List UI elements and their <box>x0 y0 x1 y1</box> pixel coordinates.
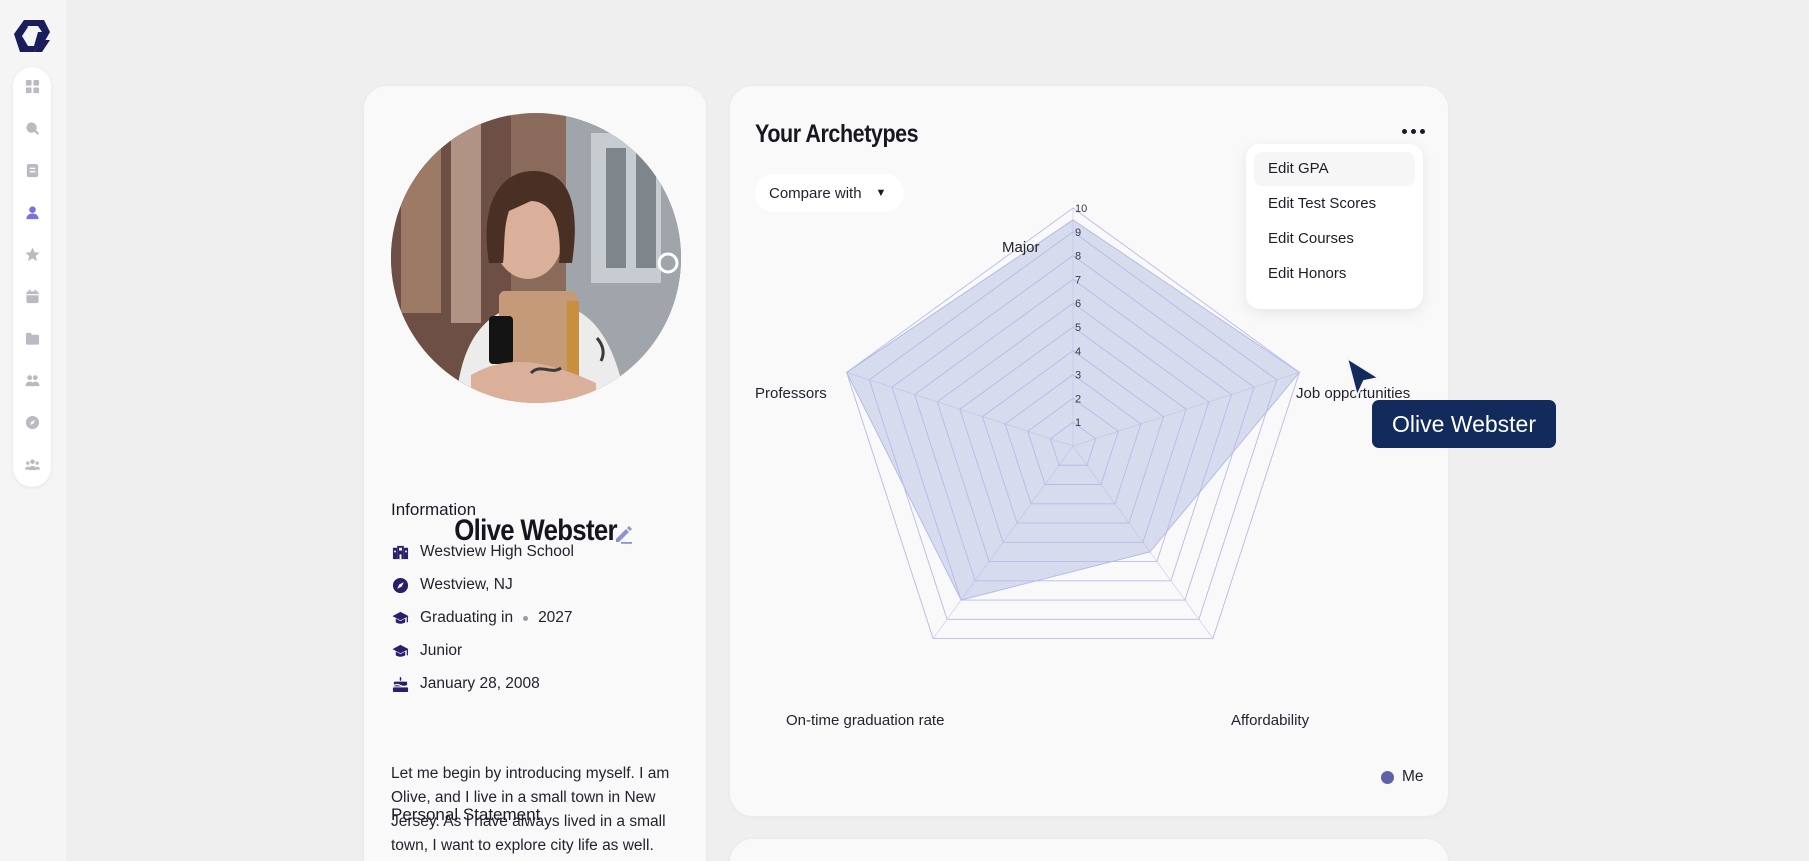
edit-name-pencil-icon[interactable] <box>612 523 634 545</box>
sidebar-item-folders[interactable] <box>22 328 42 348</box>
menu-item-edit-honors[interactable]: Edit Honors <box>1254 257 1415 291</box>
legend-swatch-me <box>1381 770 1394 784</box>
sidebar-item-documents[interactable] <box>22 160 42 180</box>
radar-scale-tick: 7 <box>1075 274 1081 286</box>
legend-label-me: Me <box>1402 768 1424 785</box>
radar-scale-tick: 8 <box>1075 251 1081 263</box>
sidebar-item-profile[interactable] <box>22 202 42 222</box>
info-school: Westview High School <box>391 541 574 563</box>
menu-item-edit-courses[interactable]: Edit Courses <box>1254 222 1415 256</box>
info-graduating-year: 2027 <box>538 609 573 626</box>
sidebar-item-calendar[interactable] <box>22 286 42 306</box>
separator-dot <box>523 615 529 621</box>
document-icon <box>26 163 38 177</box>
folder-icon <box>25 332 39 345</box>
axis-label-affordability: Affordability <box>1231 712 1310 729</box>
chart-legend: Me <box>1381 768 1424 786</box>
sidebar-item-favorites[interactable] <box>22 244 42 264</box>
compass-icon <box>392 577 408 593</box>
radar-scale-tick: 4 <box>1075 346 1081 358</box>
search-icon <box>25 121 39 135</box>
radar-scale-tick: 9 <box>1075 227 1081 239</box>
info-grade-text: Junior <box>420 642 463 659</box>
menu-item-edit-gpa[interactable]: Edit GPA <box>1254 152 1415 186</box>
avatar <box>391 113 681 403</box>
app-logo-icon[interactable] <box>12 18 52 54</box>
info-location-text: Westview, NJ <box>420 576 513 593</box>
user-icon <box>25 205 39 219</box>
grid-icon <box>25 79 39 93</box>
info-school-text: Westview High School <box>420 543 574 560</box>
archetypes-options-menu: Edit GPA Edit Test Scores Edit Courses E… <box>1246 144 1423 309</box>
info-location: Westview, NJ <box>391 574 513 596</box>
graduation-cap-icon <box>391 644 409 657</box>
school-icon <box>392 545 408 559</box>
axis-label-on-time-graduation-rate: On-time graduation rate <box>786 712 945 729</box>
graduation-cap-icon <box>391 611 409 624</box>
info-grade: Junior <box>391 640 462 662</box>
info-birthday: January 28, 2008 <box>391 673 540 695</box>
next-card <box>729 838 1449 861</box>
personal-statement-text: Let me begin by introducing myself. I am… <box>391 765 670 854</box>
radar-scale-tick: 1 <box>1075 417 1081 429</box>
star-icon <box>24 246 40 261</box>
menu-item-edit-test-scores[interactable]: Edit Test Scores <box>1254 187 1415 221</box>
nav-rail <box>13 67 51 487</box>
info-birthday-text: January 28, 2008 <box>420 675 540 692</box>
cursor-name-tooltip: Olive Webster <box>1372 400 1556 448</box>
sidebar-item-explore[interactable] <box>22 412 42 432</box>
sidebar-item-dashboard[interactable] <box>22 76 42 96</box>
axis-label-professors: Professors <box>755 385 827 402</box>
sidebar-item-search[interactable] <box>22 118 42 138</box>
group-icon <box>24 374 40 386</box>
info-graduating: Graduating in 2027 <box>391 607 573 629</box>
cake-icon <box>392 676 408 692</box>
axis-label-major: Major <box>1002 239 1040 256</box>
community-icon <box>24 458 40 470</box>
profile-photo <box>391 113 681 403</box>
sidebar-item-community[interactable] <box>22 454 42 474</box>
calendar-icon <box>25 288 39 303</box>
sidebar-item-groups[interactable] <box>22 370 42 390</box>
information-title: Information <box>391 500 477 519</box>
radar-scale-tick: 2 <box>1075 393 1081 405</box>
profile-card: Olive Webster Information Westview High … <box>363 85 707 861</box>
mouse-cursor-icon <box>1346 357 1380 397</box>
radar-scale-tick: 10 <box>1075 203 1087 215</box>
radar-scale-tick: 3 <box>1075 370 1081 382</box>
compass-icon <box>25 415 39 429</box>
radar-scale-tick: 5 <box>1075 322 1081 334</box>
info-graduating-label: Graduating in <box>420 609 514 626</box>
sidebar <box>0 0 66 861</box>
radar-scale-tick: 6 <box>1075 298 1081 310</box>
